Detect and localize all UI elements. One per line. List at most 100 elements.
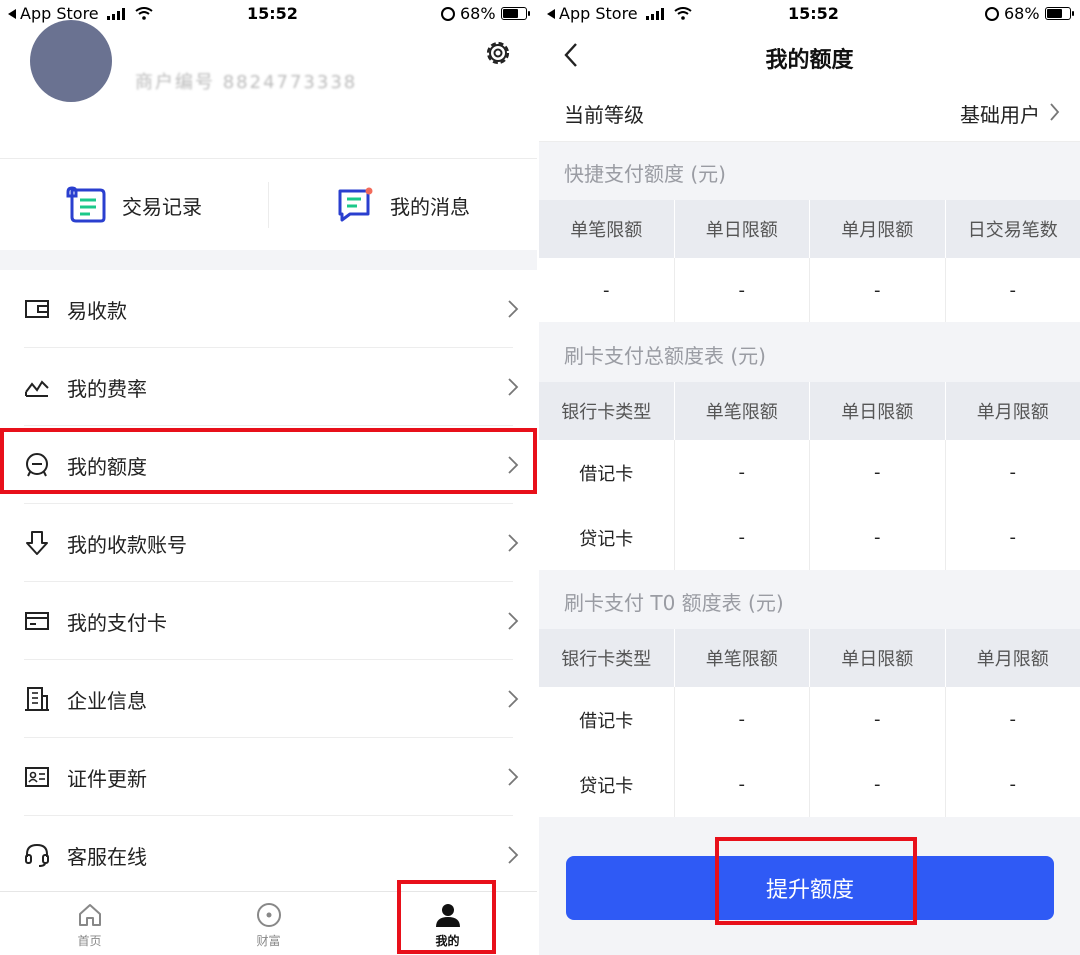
table-header-cell: 日交易笔数 [967, 220, 1058, 241]
tab-wealth[interactable]: 财富 [179, 892, 358, 955]
divider [0, 158, 537, 159]
level-label: 当前等级 [564, 103, 644, 127]
wifi-icon [135, 7, 153, 20]
rotation-lock-icon [441, 6, 455, 21]
table-cell: - [810, 505, 946, 570]
table-header-cell: 单日限额 [810, 382, 946, 440]
table-row: 贷记卡 - - - [539, 505, 1080, 570]
download-arrow-icon [26, 531, 48, 555]
menu-item-label: 企业信息 [67, 688, 147, 713]
battery-icon [1044, 7, 1074, 20]
building-icon [25, 687, 49, 711]
table-cell: - [810, 752, 946, 817]
avatar[interactable] [30, 20, 112, 102]
table-cell: - [1009, 709, 1017, 730]
chevron-right-icon [508, 300, 519, 318]
section-title-card-total: 刷卡支付总额度表 (元) [564, 344, 766, 368]
receipt-scroll-icon [66, 186, 106, 223]
table-cell: - [675, 258, 810, 322]
menu-item-my-rate[interactable]: 我的费率 [0, 348, 537, 426]
table-row: - - - - [539, 258, 1080, 322]
table-row: 借记卡 - - - [539, 687, 1080, 752]
wifi-icon [674, 7, 692, 20]
raise-quota-button[interactable]: 提升额度 [566, 856, 1054, 920]
section-spacer [0, 250, 537, 270]
quick-actions: 交易记录 我的消息 [0, 160, 537, 250]
wallet-icon [25, 300, 49, 318]
back-triangle-icon [547, 8, 555, 19]
table-cell: 借记卡 [539, 687, 675, 752]
table-header-cell: 单月限额 [976, 649, 1049, 670]
back-app-label: App Store [559, 4, 638, 23]
menu-item-payment-card[interactable]: 我的支付卡 [0, 582, 537, 660]
menu-item-id-update[interactable]: 证件更新 [0, 738, 537, 816]
table-cell: - [675, 505, 810, 570]
back-to-app-store[interactable]: App Store [547, 4, 692, 23]
merchant-id-text: 商户编号 8824773338 [135, 72, 358, 93]
chevron-right-icon [508, 534, 519, 552]
chevron-right-icon [508, 456, 519, 474]
table-header-cell: 单月限额 [976, 402, 1049, 423]
chevron-right-icon [508, 846, 519, 864]
quick-action-label: 交易记录 [122, 194, 202, 219]
menu-item-label: 客服在线 [67, 844, 147, 869]
menu-item-customer-service[interactable]: 客服在线 [0, 816, 537, 894]
menu-item-label: 证件更新 [67, 766, 147, 791]
quick-action-messages[interactable]: 我的消息 [269, 160, 537, 250]
message-icon [338, 187, 373, 222]
back-triangle-icon [8, 8, 16, 19]
chevron-right-icon [508, 690, 519, 708]
tab-label: 我的 [435, 934, 460, 948]
table-header-cell: 单日限额 [810, 629, 946, 687]
table-header: 银行卡类型 单笔限额 单日限额 单月限额 [539, 629, 1080, 687]
tab-label: 首页 [77, 934, 102, 948]
table-header-cell: 银行卡类型 [539, 629, 675, 687]
quick-pay-table: 单笔限额 单日限额 单月限额 日交易笔数 - - - - [539, 200, 1080, 322]
card-t0-table: 银行卡类型 单笔限额 单日限额 单月限额 借记卡 - - - 贷记卡 - - - [539, 629, 1080, 817]
table-cell: - [1009, 462, 1017, 483]
chevron-right-icon [508, 378, 519, 396]
tab-bar: 首页 财富 我的 [0, 891, 537, 955]
battery-percent: 68% [460, 4, 496, 23]
table-cell: 借记卡 [539, 440, 675, 505]
signal-icon [106, 7, 125, 20]
table-cell: - [675, 687, 810, 752]
status-right-group: 68% [985, 4, 1074, 23]
chevron-right-icon [508, 612, 519, 630]
menu-item-easy-collect[interactable]: 易收款 [0, 270, 537, 348]
table-header: 银行卡类型 单笔限额 单日限额 单月限额 [539, 382, 1080, 440]
status-bar: App Store 15:52 68% [539, 0, 1080, 30]
table-row: 借记卡 - - - [539, 440, 1080, 505]
menu-item-collection-account[interactable]: 我的收款账号 [0, 504, 537, 582]
menu-item-label: 我的额度 [67, 454, 147, 479]
table-cell: 贷记卡 [539, 752, 675, 817]
menu-item-company-info[interactable]: 企业信息 [0, 660, 537, 738]
table-header-cell: 单笔限额 [539, 200, 675, 258]
row-divider [539, 141, 1080, 142]
settings-gear-icon[interactable] [483, 38, 513, 68]
table-header-cell: 单日限额 [675, 200, 810, 258]
home-icon [78, 904, 101, 926]
profile-screen: App Store 15:52 68% 商户编号 8824773338 交易记录… [0, 0, 537, 955]
table-row: 贷记卡 - - - [539, 752, 1080, 817]
battery-percent: 68% [1004, 4, 1040, 23]
card-total-table: 银行卡类型 单笔限额 单日限额 单月限额 借记卡 - - - 贷记卡 - - - [539, 382, 1080, 570]
rate-chart-icon [25, 380, 49, 397]
table-cell: - [1009, 279, 1017, 301]
quick-action-label: 我的消息 [390, 194, 470, 219]
table-cell: - [675, 440, 810, 505]
current-level-row[interactable]: 当前等级 基础用户 [539, 82, 1080, 142]
chevron-right-icon [1050, 103, 1060, 121]
header-spacer [0, 104, 537, 156]
tab-home[interactable]: 首页 [0, 892, 179, 955]
table-cell: 贷记卡 [539, 505, 675, 570]
battery-icon [500, 7, 530, 20]
table-cell: - [539, 258, 675, 322]
rotation-lock-icon [985, 6, 999, 21]
quota-smile-icon [26, 453, 48, 477]
menu-item-my-quota[interactable]: 我的额度 [0, 426, 537, 504]
tab-mine[interactable]: 我的 [358, 892, 537, 955]
table-header: 单笔限额 单日限额 单月限额 日交易笔数 [539, 200, 1080, 258]
status-time: 15:52 [247, 4, 298, 23]
quick-action-transactions[interactable]: 交易记录 [0, 160, 268, 250]
